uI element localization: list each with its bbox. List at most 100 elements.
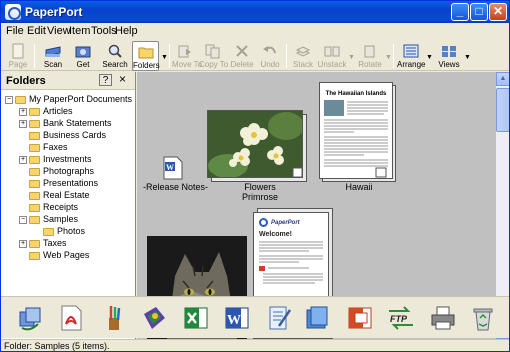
folder-icon [29, 203, 40, 212]
folders-dropdown-icon[interactable]: ▼ [161, 54, 168, 61]
stack-button[interactable]: Stack [290, 41, 316, 71]
paint-icon[interactable] [99, 304, 127, 332]
folder-icon [138, 47, 153, 59]
notepad-icon[interactable] [265, 304, 293, 332]
unstack-button[interactable]: Unstack [317, 41, 347, 71]
arrange-dropdown-icon[interactable]: ▼ [426, 54, 433, 61]
camera-icon [75, 46, 91, 58]
hawaii-label: Hawaii [345, 182, 373, 192]
folder-icon [29, 143, 40, 152]
tree-root[interactable]: − My PaperPort Documents [5, 93, 132, 105]
arrange-icon [403, 44, 419, 58]
menu-file[interactable]: File [6, 25, 24, 37]
folder-icon [29, 251, 40, 260]
search-icon [108, 44, 122, 58]
primrose-label: Primrose [241, 192, 278, 202]
folders-button[interactable]: Folders [132, 41, 160, 71]
tree-item-web-pages[interactable]: Web Pages [29, 249, 89, 261]
move-to-icon [178, 45, 191, 58]
page-button[interactable]: Page [5, 41, 31, 71]
menu-view[interactable]: View [47, 25, 71, 37]
svg-text:W: W [227, 313, 241, 328]
pdf-icon[interactable] [57, 304, 85, 332]
tree-item-photographs[interactable]: Photographs [29, 165, 94, 177]
tree-item-bank-statements[interactable]: + Bank Statements [19, 117, 112, 129]
tree-item-samples[interactable]: − Samples [19, 213, 78, 225]
unstack-dropdown-icon: ▼ [348, 54, 355, 61]
arrange-button[interactable]: Arrange [397, 41, 425, 71]
page-icon [12, 43, 24, 59]
hawaii-document[interactable]: The Hawaiian Islands [319, 82, 397, 182]
folder-icon [29, 131, 40, 140]
folder-icon [29, 167, 40, 176]
folder-icon [29, 179, 40, 188]
folder-icon [15, 95, 26, 104]
toolbar: Page Scan Get Search Folders ▼ Move To C… [1, 41, 509, 71]
scroll-up-icon[interactable]: ▲ [496, 72, 509, 86]
tree-item-investments[interactable]: + Investments [19, 153, 92, 165]
recycle-icon[interactable] [469, 304, 497, 332]
tree-item-presentations[interactable]: Presentations [29, 177, 98, 189]
search-button[interactable]: Search [100, 41, 130, 71]
folder-icon [29, 155, 40, 164]
scan-button[interactable]: Scan [39, 41, 67, 71]
word-icon[interactable]: W [223, 304, 251, 332]
delete-button[interactable]: Delete [229, 41, 255, 71]
menu-help[interactable]: Help [115, 25, 138, 37]
maximize-button[interactable]: □ [470, 3, 488, 21]
undo-button[interactable]: Undo [257, 41, 283, 71]
ftp-icon[interactable]: FTP [386, 304, 416, 332]
tree-item-articles[interactable]: + Articles [19, 105, 73, 117]
tree-item-business-cards[interactable]: Business Cards [29, 129, 106, 141]
scanner-icon[interactable] [303, 304, 331, 332]
title-bar[interactable]: PaperPort _ □ ✕ [1, 1, 509, 23]
hawaii-page-content [324, 100, 388, 178]
scroll-thumb[interactable] [496, 88, 509, 132]
close-pane-icon[interactable]: × [116, 73, 129, 86]
folder-icon [29, 191, 40, 200]
rotate-icon [364, 45, 375, 58]
welcome-logo: PaperPort [271, 219, 300, 226]
folders-pane-title: Folders [6, 75, 46, 87]
minimize-button[interactable]: _ [451, 3, 469, 21]
help-icon[interactable]: ? [99, 74, 112, 86]
printer-icon[interactable] [429, 304, 457, 332]
close-button[interactable]: ✕ [489, 3, 507, 21]
send-to-bar: W FTP [1, 296, 509, 338]
folders-pane-header: Folders ? × [1, 72, 135, 90]
flowers-stack[interactable] [207, 110, 307, 182]
undo-icon [263, 46, 276, 54]
copy-to-button[interactable]: Copy To [199, 41, 228, 71]
unstack-icon [324, 46, 340, 57]
tree-item-photos[interactable]: Photos [43, 225, 85, 237]
tree-item-faxes[interactable]: Faxes [29, 141, 68, 153]
tree-item-real-estate[interactable]: Real Estate [29, 189, 90, 201]
get-button[interactable]: Get [69, 41, 97, 71]
sync-icon[interactable] [16, 304, 44, 332]
tree-item-taxes[interactable]: + Taxes [19, 237, 67, 249]
folder-icon [43, 227, 54, 236]
release-notes-label: -Release Notes- [143, 182, 209, 192]
flowers-label: Flowers [244, 182, 276, 192]
folder-icon [29, 119, 40, 128]
views-dropdown-icon[interactable]: ▼ [464, 54, 471, 61]
views-button[interactable]: Views [435, 41, 463, 71]
menu-tools[interactable]: Tools [91, 25, 117, 37]
word-document-icon: W [163, 156, 183, 180]
paperport-logo-icon [5, 4, 21, 20]
hawaii-page: The Hawaiian Islands [319, 82, 393, 179]
menu-edit[interactable]: Edit [27, 25, 46, 37]
folder-icon [29, 239, 40, 248]
move-to-button[interactable]: Move To [172, 41, 202, 71]
tree-item-receipts[interactable]: Receipts [29, 201, 78, 213]
menu-item[interactable]: Item [69, 25, 90, 37]
scanner-icon [45, 46, 61, 57]
rotate-button[interactable]: Rotate [356, 41, 384, 71]
hawaii-heading: The Hawaiian Islands [325, 91, 387, 97]
copy-to-icon [205, 44, 220, 59]
photo-editor-icon[interactable] [140, 304, 168, 332]
paperport-logo-icon [259, 218, 268, 227]
primrose-image [208, 111, 302, 177]
powerpoint-icon[interactable] [346, 304, 374, 332]
excel-icon[interactable] [182, 304, 210, 332]
